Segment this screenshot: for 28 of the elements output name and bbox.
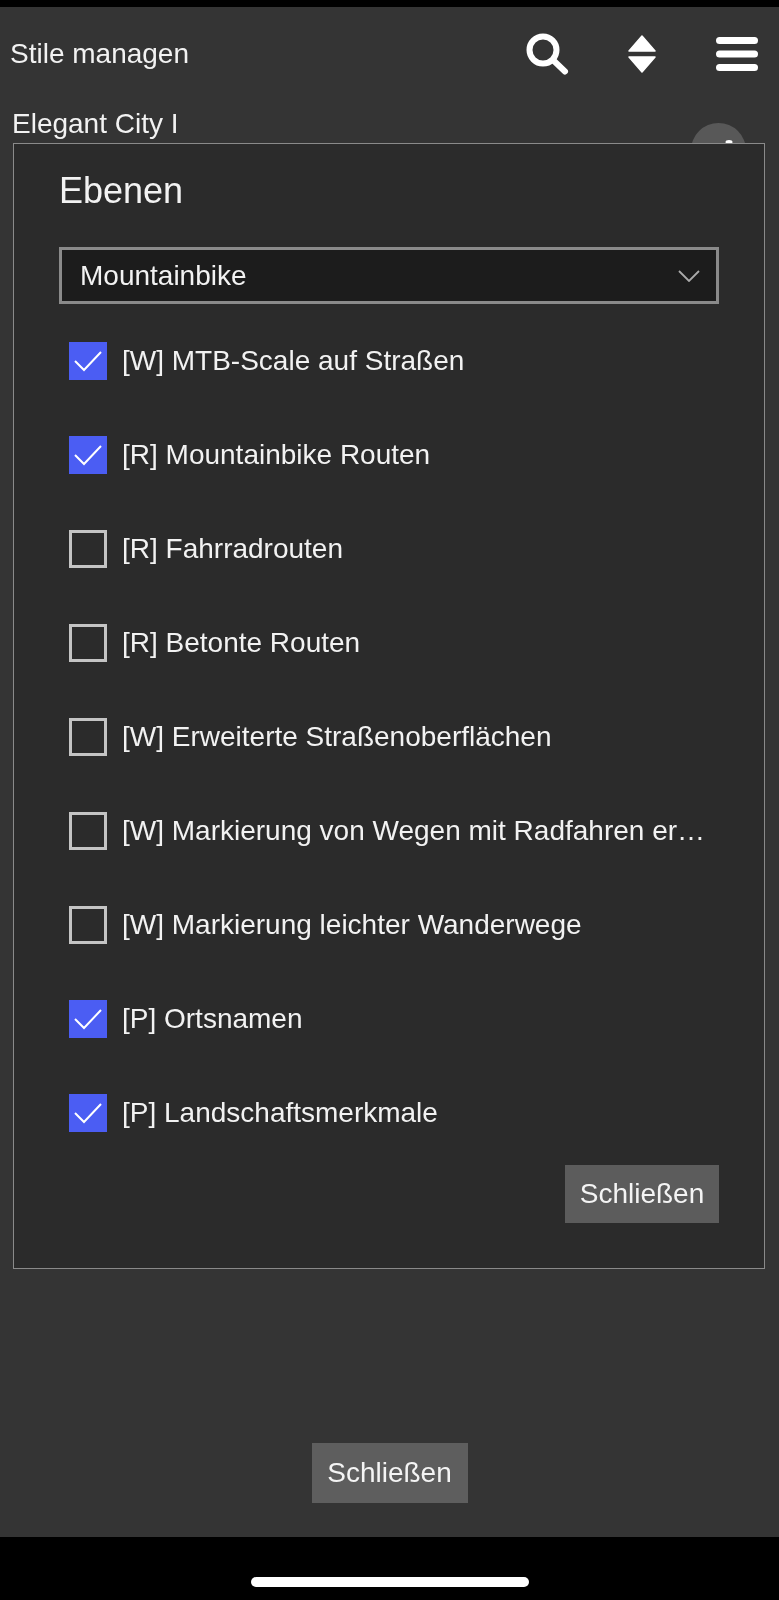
layer-label: [R] Fahrradrouten (122, 532, 343, 566)
layer-label: [W] Markierung leichter Wanderwege (122, 908, 582, 942)
checkbox[interactable] (69, 624, 107, 662)
chevron-down-icon (678, 269, 700, 282)
layer-label: [W] MTB-Scale auf Straßen (122, 344, 465, 378)
close-button[interactable]: Schließen (311, 1443, 468, 1503)
style-name: Elegant City I (12, 108, 179, 140)
layer-dropdown[interactable]: Mountainbike (59, 247, 719, 304)
screen-title: Stile managen (10, 36, 190, 71)
layer-label: [W] Markierung von Wegen mit Radfahren er… (122, 814, 706, 848)
checkbox[interactable] (69, 718, 107, 756)
checkbox[interactable] (69, 436, 107, 474)
checkbox[interactable] (69, 1094, 107, 1132)
sort-icon[interactable] (628, 34, 656, 73)
checkbox[interactable] (69, 906, 107, 944)
layer-label: [R] Mountainbike Routen (122, 438, 431, 472)
checkbox[interactable] (69, 812, 107, 850)
search-icon[interactable] (525, 32, 569, 75)
layer-label: [P] Landschaftsmerkmale (122, 1096, 438, 1130)
layer-label: [W] Erweiterte Straßenoberflächen (122, 720, 552, 754)
layer-label: [P] Ortsnamen (122, 1002, 303, 1036)
checkbox[interactable] (69, 1000, 107, 1038)
layer-label: [R] Betonte Routen (122, 626, 361, 660)
checkbox[interactable] (69, 530, 107, 568)
close-button[interactable]: Schließen (565, 1165, 719, 1223)
menu-icon[interactable] (716, 36, 758, 71)
dialog-title: Ebenen (59, 169, 184, 212)
checkbox[interactable] (69, 342, 107, 380)
